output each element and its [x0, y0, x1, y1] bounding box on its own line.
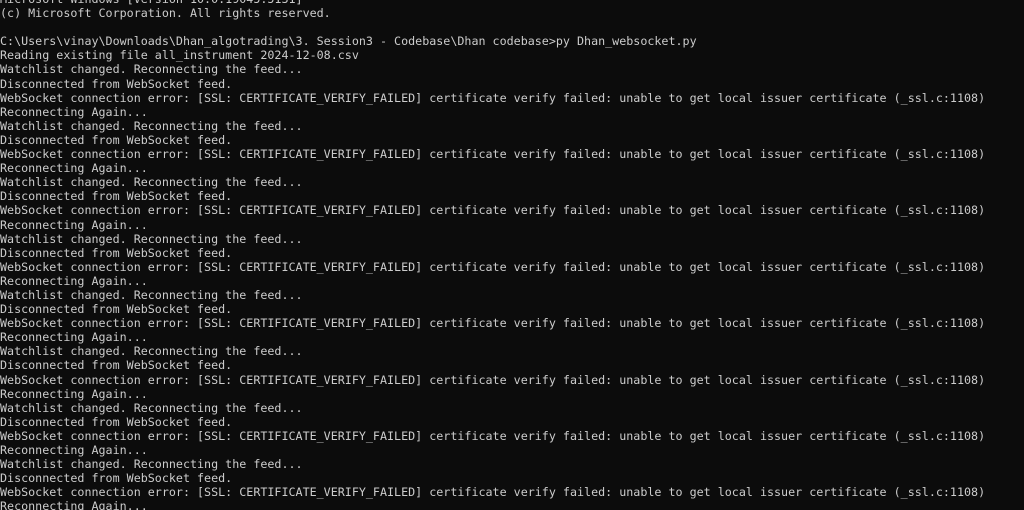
console-line: Reconnecting Again...	[0, 273, 148, 288]
console-line: Reconnecting Again...	[0, 104, 148, 119]
console-line: Disconnected from WebSocket feed.	[0, 189, 233, 204]
console-line: Watchlist changed. Reconnecting the feed…	[0, 118, 303, 133]
console-line: Watchlist changed. Reconnecting the feed…	[0, 457, 303, 472]
console-line: Reading existing file all_instrument 202…	[0, 48, 359, 63]
console-line: WebSocket connection error: [SSL: CERTIF…	[0, 428, 986, 443]
console-line: Watchlist changed. Reconnecting the feed…	[0, 62, 303, 77]
console-line: Watchlist changed. Reconnecting the feed…	[0, 231, 303, 246]
console-line: Watchlist changed. Reconnecting the feed…	[0, 344, 303, 359]
console-line: Reconnecting Again...	[0, 161, 148, 176]
console-line: WebSocket connection error: [SSL: CERTIF…	[0, 372, 986, 387]
console-line: Disconnected from WebSocket feed.	[0, 414, 233, 429]
console-line: WebSocket connection error: [SSL: CERTIF…	[0, 259, 986, 274]
console-line: WebSocket connection error: [SSL: CERTIF…	[0, 316, 986, 331]
console-line: WebSocket connection error: [SSL: CERTIF…	[0, 485, 986, 500]
console-line: Reconnecting Again...	[0, 386, 148, 401]
console-line: Watchlist changed. Reconnecting the feed…	[0, 175, 303, 190]
console-line: (c) Microsoft Corporation. All rights re…	[0, 6, 331, 21]
console-line: Disconnected from WebSocket feed.	[0, 245, 233, 260]
console-line: Disconnected from WebSocket feed.	[0, 302, 233, 317]
console-line: Disconnected from WebSocket feed.	[0, 132, 233, 147]
console-line: Reconnecting Again...	[0, 443, 148, 457]
console-line: Reconnecting Again...	[0, 499, 148, 510]
console-line: Disconnected from WebSocket feed.	[0, 471, 233, 486]
console-line: WebSocket connection error: [SSL: CERTIF…	[0, 203, 986, 218]
console-line: Reconnecting Again...	[0, 330, 148, 345]
console-window[interactable]: Microsoft Windows [Version 10.0.19045.51…	[0, 0, 1024, 510]
console-line: Disconnected from WebSocket feed.	[0, 358, 233, 373]
console-line: C:\Users\vinay\Downloads\Dhan_algotradin…	[0, 34, 697, 49]
console-output: Microsoft Windows [Version 10.0.19045.51…	[0, 0, 1024, 510]
console-line: WebSocket connection error: [SSL: CERTIF…	[0, 90, 986, 105]
console-line: Disconnected from WebSocket feed.	[0, 76, 233, 91]
console-line: WebSocket connection error: [SSL: CERTIF…	[0, 147, 986, 162]
console-line: Watchlist changed. Reconnecting the feed…	[0, 400, 303, 415]
console-line: Watchlist changed. Reconnecting the feed…	[0, 287, 303, 302]
console-line: Reconnecting Again...	[0, 217, 148, 232]
